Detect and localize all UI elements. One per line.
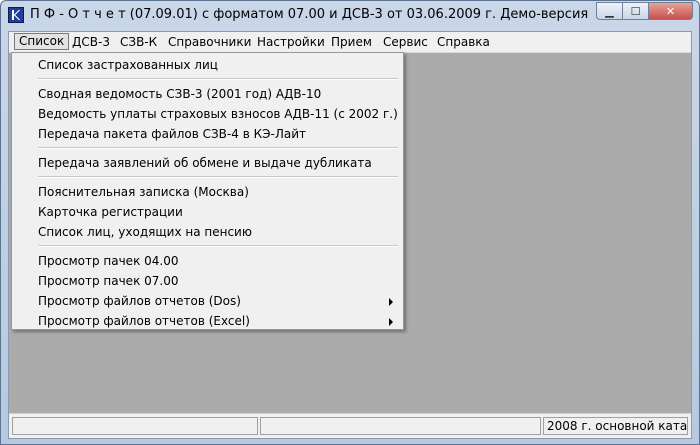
- app-window: П Ф - О т ч е т (07.09.01) с форматом 07…: [0, 0, 700, 445]
- menu-separator: [38, 245, 398, 247]
- menu-separator: [38, 147, 398, 149]
- menu-item-view-packs-0700[interactable]: Просмотр пачек 07.00: [12, 272, 403, 290]
- submenu-arrow-icon: [389, 318, 393, 326]
- minimize-button[interactable]: ▁: [596, 2, 623, 20]
- menu-servis[interactable]: Сервис: [379, 34, 432, 50]
- client-area: Список ДСВ-3 СЗВ-К Справочники Настройки…: [8, 31, 692, 439]
- menu-item-szv3-summary[interactable]: Сводная ведомость СЗВ-3 (2001 год) АДВ-1…: [12, 85, 403, 103]
- menu-spravka[interactable]: Справка: [433, 34, 494, 50]
- maximize-icon: ☐: [630, 4, 641, 18]
- menu-item-explanatory-note[interactable]: Пояснительная записка (Москва): [12, 183, 403, 201]
- menu-bar: Список ДСВ-3 СЗВ-К Справочники Настройки…: [9, 32, 691, 53]
- menu-item-view-reports-dos[interactable]: Просмотр файлов отчетов (Dos): [12, 292, 403, 310]
- menu-separator: [38, 176, 398, 178]
- status-panel-2: [260, 417, 541, 435]
- menu-nastroyki[interactable]: Настройки: [253, 34, 329, 50]
- menu-priem[interactable]: Прием: [327, 34, 376, 50]
- menu-item-view-packs-0400[interactable]: Просмотр пачек 04.00: [12, 252, 403, 270]
- close-button[interactable]: ✕: [649, 2, 693, 20]
- caption-buttons: ▁ ☐ ✕: [596, 2, 693, 20]
- menu-item-view-reports-excel[interactable]: Просмотр файлов отчетов (Excel): [12, 312, 403, 330]
- menu-separator: [38, 78, 398, 80]
- app-logo-icon[interactable]: [8, 7, 24, 23]
- menu-spravochniki[interactable]: Справочники: [164, 34, 255, 50]
- spisok-dropdown-menu: Список застрахованных лиц Сводная ведомо…: [11, 52, 404, 330]
- status-panel-catalog: 2008 г. основной каталог: [543, 417, 688, 435]
- title-bar[interactable]: П Ф - О т ч е т (07.09.01) с форматом 07…: [1, 1, 699, 30]
- menu-item-registration-card[interactable]: Карточка регистрации: [12, 203, 403, 221]
- menu-spisok[interactable]: Список: [14, 33, 70, 50]
- menu-dsv3[interactable]: ДСВ-3: [68, 34, 114, 50]
- submenu-arrow-icon: [389, 298, 393, 306]
- window-title: П Ф - О т ч е т (07.09.01) с форматом 07…: [30, 7, 589, 22]
- menu-item-adv11-statement[interactable]: Ведомость уплаты страховых взносов АДВ-1…: [12, 105, 403, 123]
- minimize-icon: ▁: [605, 4, 614, 18]
- menu-szvk[interactable]: СЗВ-К: [116, 34, 161, 50]
- menu-item-insured-list[interactable]: Список застрахованных лиц: [12, 56, 403, 74]
- status-panel-1: [12, 417, 258, 435]
- menu-item-retiring-list[interactable]: Список лиц, уходящих на пенсию: [12, 223, 403, 241]
- menu-item-szv4-transfer[interactable]: Передача пакета файлов СЗВ-4 в КЭ-Лайт: [12, 125, 403, 143]
- maximize-button[interactable]: ☐: [623, 2, 649, 20]
- status-bar: 2008 г. основной каталог: [9, 413, 691, 438]
- menu-item-applications-transfer[interactable]: Передача заявлений об обмене и выдаче ду…: [12, 154, 403, 172]
- close-icon: ✕: [665, 4, 676, 18]
